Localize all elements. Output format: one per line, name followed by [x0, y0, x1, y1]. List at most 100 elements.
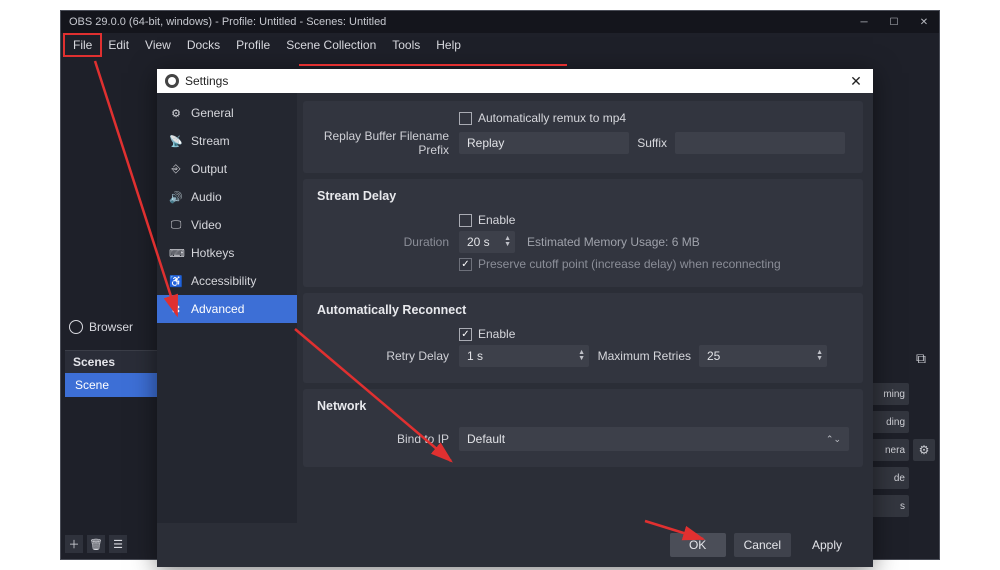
scene-toolbar: ＋ 🗑 ☰ — [65, 535, 127, 553]
replay-suffix-label: Suffix — [629, 136, 675, 150]
cancel-button[interactable]: Cancel — [734, 533, 791, 557]
section-network: Network Bind to IP Default ⌃⌄ — [303, 389, 863, 467]
section-stream-delay: Stream Delay Enable Duration 20 s ▲▼ — [303, 179, 863, 287]
main-area: Browser Scenes Scene ＋ 🗑 ☰ ⧉ ming ding n… — [61, 57, 939, 559]
menu-edit[interactable]: Edit — [100, 35, 137, 55]
stream-delay-enable-checkbox[interactable] — [459, 214, 472, 227]
controls-dock: ming ding nera ⚙ de s — [871, 383, 935, 517]
keyboard-icon: ⌨ — [169, 247, 183, 260]
sidebar-item-label: Hotkeys — [191, 246, 234, 260]
sidebar-item-label: Stream — [191, 134, 230, 148]
menu-profile[interactable]: Profile — [228, 35, 278, 55]
dock-browser-label: Browser — [89, 320, 133, 334]
scenes-header: Scenes — [65, 350, 157, 373]
globe-icon — [69, 320, 83, 334]
antenna-icon: 📡 — [169, 135, 183, 148]
retry-delay-spinner[interactable]: 1 s ▲▼ — [459, 345, 589, 367]
section-title: Stream Delay — [317, 189, 849, 203]
menu-scene-collection[interactable]: Scene Collection — [278, 35, 384, 55]
ok-button[interactable]: OK — [670, 533, 726, 557]
auto-reconnect-enable-checkbox[interactable]: ✓ — [459, 328, 472, 341]
apply-button[interactable]: Apply — [799, 533, 855, 557]
dock-browser[interactable]: Browser — [69, 317, 154, 337]
settings-button[interactable]: s — [871, 495, 909, 517]
virtual-camera-settings-button[interactable]: ⚙ — [913, 439, 935, 461]
scene-item[interactable]: Scene — [65, 373, 157, 397]
minimize-button[interactable]: ─ — [849, 11, 879, 33]
start-recording-button[interactable]: ding — [871, 411, 909, 433]
memory-usage-text: Estimated Memory Usage: 6 MB — [527, 235, 700, 249]
sidebar-item-accessibility[interactable]: ♿ Accessibility — [157, 267, 297, 295]
sidebar-item-label: Output — [191, 162, 227, 176]
dialog-footer: OK Cancel Apply — [157, 523, 873, 567]
settings-content: Automatically remux to mp4 Replay Buffer… — [297, 93, 873, 523]
tools-icon: ✖ — [169, 303, 183, 316]
duration-label: Duration — [317, 235, 459, 249]
accessibility-icon: ♿ — [169, 275, 183, 288]
output-icon: ⎆ — [169, 163, 183, 176]
menubar: File Edit View Docks Profile Scene Colle… — [61, 33, 939, 57]
section-title: Network — [317, 399, 849, 413]
maximize-button[interactable]: ☐ — [879, 11, 909, 33]
sidebar-item-label: Audio — [191, 190, 222, 204]
close-button[interactable]: ✕ — [909, 11, 939, 33]
bind-to-ip-label: Bind to IP — [317, 432, 459, 446]
sidebar-item-video[interactable]: 🖵 Video — [157, 211, 297, 239]
menu-docks[interactable]: Docks — [179, 35, 228, 55]
start-streaming-button[interactable]: ming — [871, 383, 909, 405]
duration-value: 20 s — [467, 235, 490, 249]
virtual-camera-button[interactable]: nera — [871, 439, 909, 461]
titlebar: OBS 29.0.0 (64-bit, windows) - Profile: … — [61, 11, 939, 33]
dialog-close-button[interactable]: ✕ — [839, 69, 873, 93]
sidebar-item-audio[interactable]: 🔊 Audio — [157, 183, 297, 211]
obs-main-window: OBS 29.0.0 (64-bit, windows) - Profile: … — [60, 10, 940, 560]
replay-suffix-input[interactable] — [675, 132, 845, 154]
gear-icon: ⚙ — [169, 107, 183, 120]
sidebar-item-label: Accessibility — [191, 274, 256, 288]
preserve-cutoff-checkbox[interactable]: ✓ — [459, 258, 472, 271]
retry-delay-label: Retry Delay — [317, 349, 459, 363]
replay-prefix-label: Replay Buffer Filename Prefix — [317, 129, 459, 157]
duration-spinner[interactable]: 20 s ▲▼ — [459, 231, 515, 253]
dialog-titlebar: Settings ✕ — [157, 69, 873, 93]
max-retries-label: Maximum Retries — [589, 349, 699, 363]
retry-delay-value: 1 s — [467, 349, 483, 363]
max-retries-value: 25 — [707, 349, 720, 363]
menu-view[interactable]: View — [137, 35, 179, 55]
auto-remux-label: Automatically remux to mp4 — [478, 111, 626, 125]
menu-file[interactable]: File — [65, 35, 100, 55]
sidebar-item-hotkeys[interactable]: ⌨ Hotkeys — [157, 239, 297, 267]
section-title: Automatically Reconnect — [317, 303, 849, 317]
sidebar-item-advanced[interactable]: ✖ Advanced — [157, 295, 297, 323]
scenes-panel: Scenes Scene — [65, 350, 157, 397]
stream-delay-enable-label: Enable — [478, 213, 515, 227]
max-retries-spinner[interactable]: 25 ▲▼ — [699, 345, 827, 367]
bind-to-ip-select[interactable]: Default ⌃⌄ — [459, 427, 849, 451]
speaker-icon: 🔊 — [169, 191, 183, 204]
sidebar-item-general[interactable]: ⚙ General — [157, 99, 297, 127]
sidebar-item-stream[interactable]: 📡 Stream — [157, 127, 297, 155]
preserve-cutoff-label: Preserve cutoff point (increase delay) w… — [478, 257, 781, 271]
monitor-icon: 🖵 — [169, 219, 183, 232]
auto-reconnect-enable-label: Enable — [478, 327, 515, 341]
sidebar-item-output[interactable]: ⎆ Output — [157, 155, 297, 183]
dialog-title: Settings — [185, 74, 228, 88]
menu-tools[interactable]: Tools — [384, 35, 428, 55]
chevron-down-icon: ⌃⌄ — [826, 434, 841, 445]
window-title: OBS 29.0.0 (64-bit, windows) - Profile: … — [69, 16, 386, 28]
sidebar-item-label: Advanced — [191, 302, 244, 316]
sidebar-item-label: General — [191, 106, 234, 120]
scene-filter-button[interactable]: ☰ — [109, 535, 127, 553]
dock-popout-icon[interactable]: ⧉ — [911, 349, 931, 367]
settings-sidebar: ⚙ General 📡 Stream ⎆ Output 🔊 Audio 🖵 Video ⌨… — [157, 93, 297, 523]
bind-to-ip-value: Default — [467, 432, 505, 446]
add-scene-button[interactable]: ＋ — [65, 535, 83, 553]
delete-scene-button[interactable]: 🗑 — [87, 535, 105, 553]
auto-remux-checkbox[interactable] — [459, 112, 472, 125]
studio-mode-button[interactable]: de — [871, 467, 909, 489]
replay-prefix-input[interactable] — [459, 132, 629, 154]
obs-logo-icon — [165, 74, 179, 88]
sidebar-item-label: Video — [191, 218, 221, 232]
section-recording-partial: Automatically remux to mp4 Replay Buffer… — [303, 101, 863, 173]
menu-help[interactable]: Help — [428, 35, 469, 55]
